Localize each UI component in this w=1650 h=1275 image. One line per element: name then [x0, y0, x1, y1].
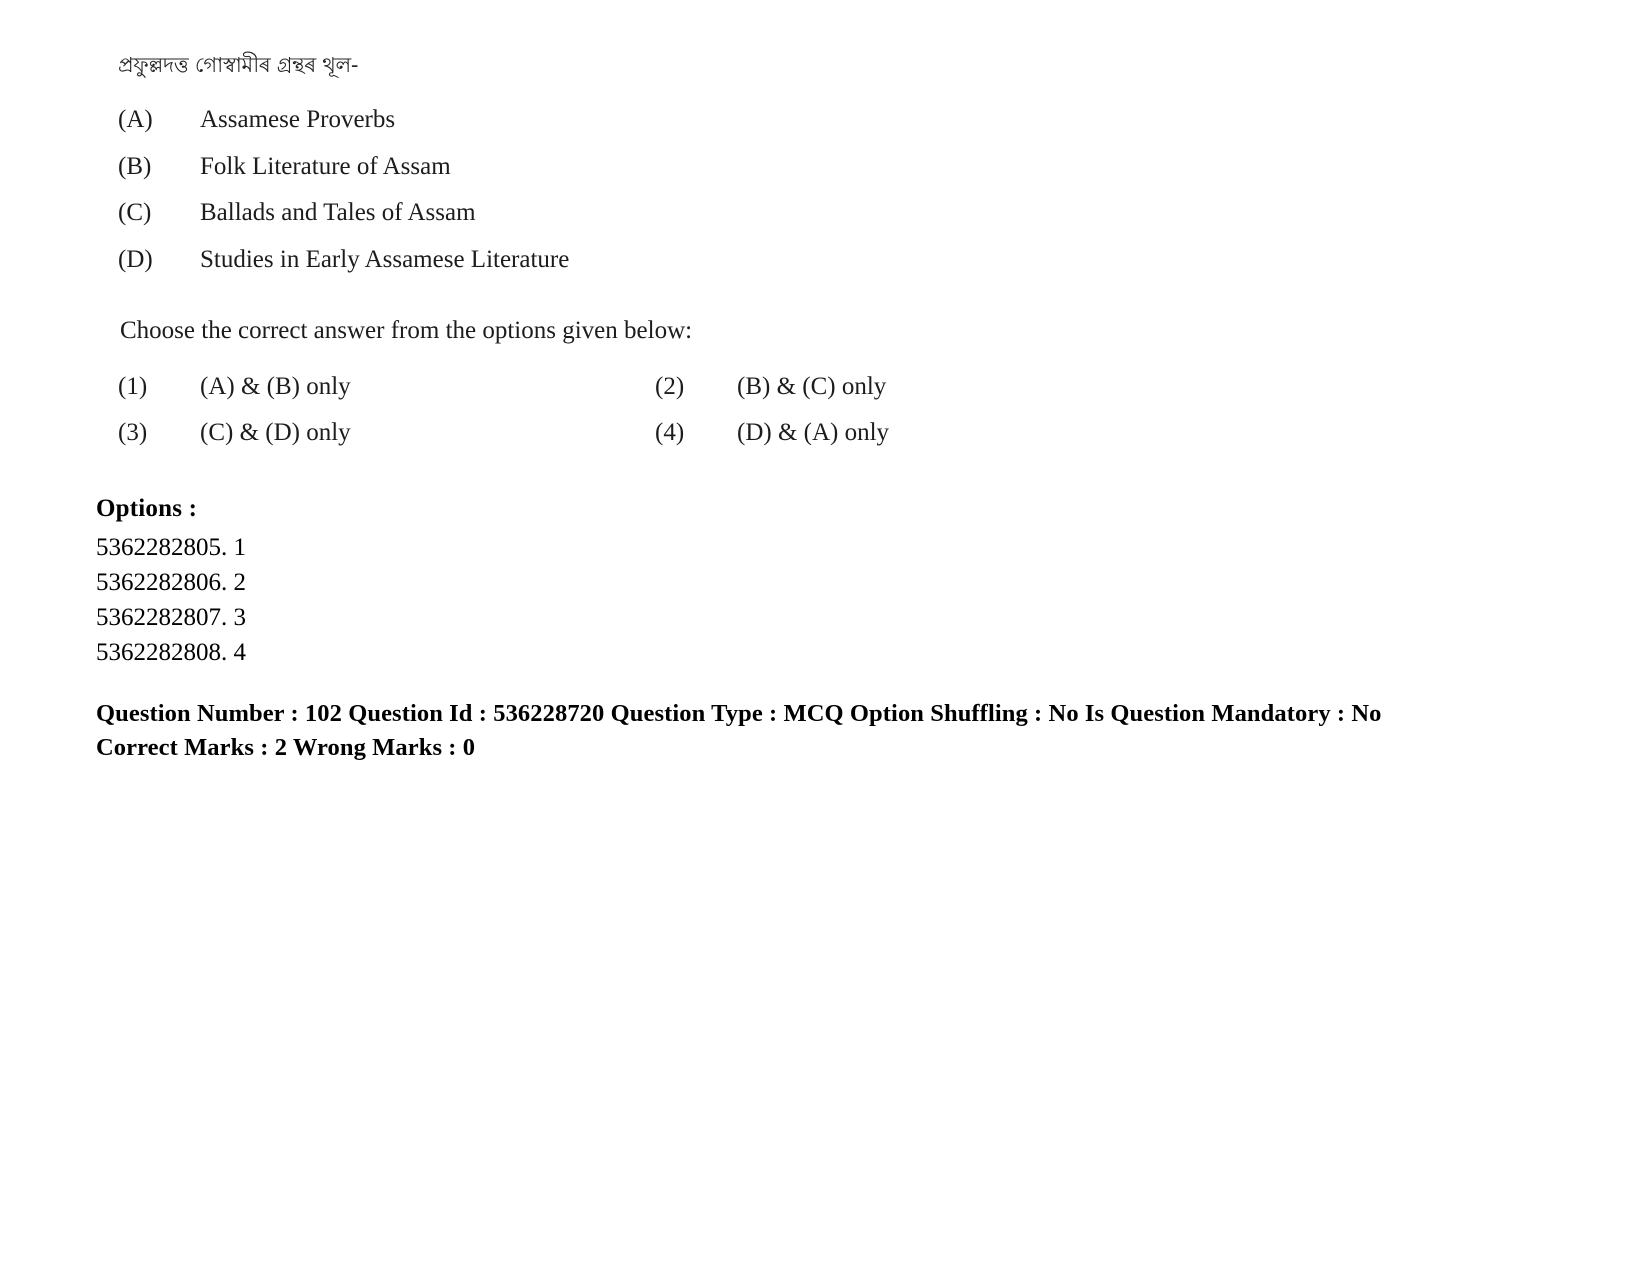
option-id-4: 5362282808. [96, 638, 228, 666]
option-id-row: 5362282808. 4 [96, 635, 996, 670]
choice-option-2[interactable]: (2) (B) & (C) only [655, 372, 908, 402]
choice-number-4: (4) [655, 418, 685, 446]
choice-row: (1) (A) & (B) only (2) (B) & (C) only [118, 372, 908, 402]
statement-text-c: Ballads and Tales of Assam [200, 199, 476, 227]
instruction-text: Choose the correct answer from the optio… [120, 317, 693, 345]
statement-item-a: (A) Assamese Proverbs [118, 105, 908, 135]
choice-grid: (1) (A) & (B) only (2) (B) & (C) only (3… [118, 372, 908, 447]
choice-text-4: (D) & (A) only [737, 418, 890, 446]
choice-option-4[interactable]: (4) (D) & (A) only [655, 418, 908, 448]
option-id-2: 5362282806. [96, 568, 228, 596]
statement-text-a: Assamese Proverbs [200, 106, 396, 134]
option-id-row: 5362282805. 1 [96, 530, 996, 565]
choice-number-1: (1) [118, 373, 148, 401]
choice-number-2: (2) [655, 373, 685, 401]
option-id-row: 5362282806. 2 [96, 565, 996, 600]
question-metadata: Question Number : 102 Question Id : 5362… [96, 697, 1546, 765]
choice-text-3: (C) & (D) only [200, 418, 351, 446]
statement-text-b: Folk Literature of Assam [200, 152, 451, 180]
option-id-row: 5362282807. 3 [96, 600, 996, 635]
choice-number-3: (3) [118, 418, 148, 446]
metadata-line-marks: Correct Marks : 2 Wrong Marks : 0 [96, 733, 476, 761]
option-id-1: 5362282805. [96, 533, 228, 561]
option-value-1: 1 [233, 533, 247, 561]
choice-text-2: (B) & (C) only [737, 373, 887, 401]
question-stem-assamese: প্ৰফুল্লদত্ত গোস্বামীৰ গ্ৰন্থৰ থূল- [118, 53, 359, 77]
options-section: Options : 5362282805. 1 5362282806. 2 53… [96, 492, 996, 670]
statement-item-b: (B) Folk Literature of Assam [118, 152, 908, 182]
choice-option-3[interactable]: (3) (C) & (D) only [118, 418, 655, 448]
statement-item-d: (D) Studies in Early Assamese Literature [118, 245, 908, 275]
statement-tag-b: (B) [118, 152, 152, 180]
statement-item-c: (C) Ballads and Tales of Assam [118, 198, 908, 228]
choice-row: (3) (C) & (D) only (4) (D) & (A) only [118, 418, 908, 448]
option-id-3: 5362282807. [96, 603, 228, 631]
option-value-4: 4 [233, 638, 247, 666]
option-value-2: 2 [233, 568, 247, 596]
metadata-line-primary: Question Number : 102 Question Id : 5362… [96, 700, 1382, 727]
statement-list: (A) Assamese Proverbs (B) Folk Literatur… [118, 105, 908, 274]
statement-tag-c: (C) [118, 199, 152, 227]
statement-tag-d: (D) [118, 245, 153, 273]
question-scan-block: প্ৰফুল্লদত্ত গোস্বামীৰ গ্ৰন্থৰ থূল- (A) … [118, 52, 908, 463]
statement-tag-a: (A) [118, 106, 153, 134]
statement-text-d: Studies in Early Assamese Literature [200, 245, 570, 273]
choice-text-1: (A) & (B) only [200, 373, 351, 401]
options-label: Options : [96, 495, 198, 522]
option-value-3: 3 [233, 603, 247, 631]
choice-option-1[interactable]: (1) (A) & (B) only [118, 372, 655, 402]
